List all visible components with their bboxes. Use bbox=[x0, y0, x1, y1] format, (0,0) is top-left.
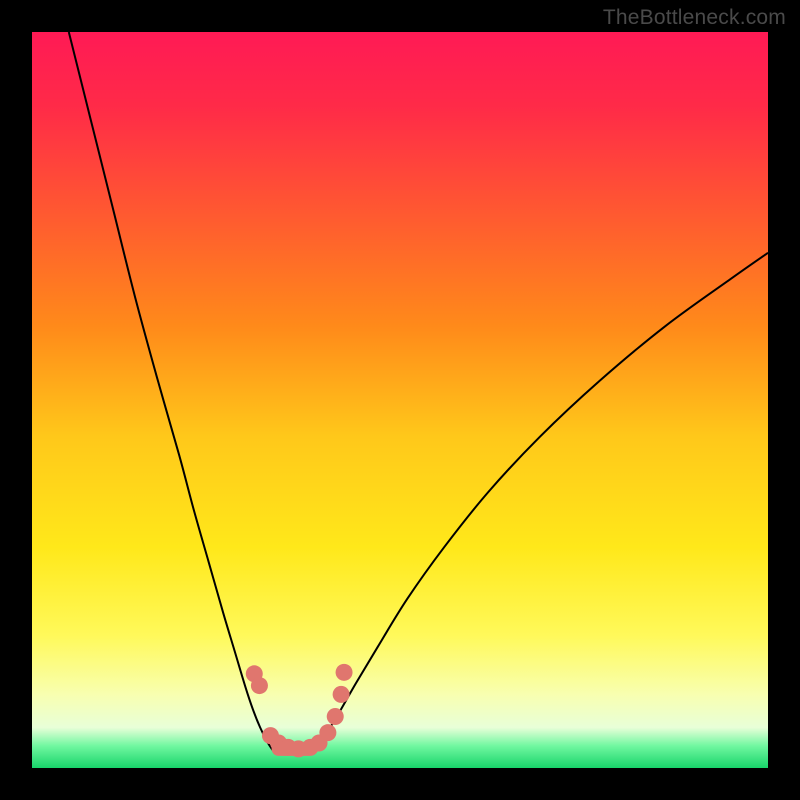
watermark-text: TheBottleneck.com bbox=[603, 6, 786, 30]
chart-frame: TheBottleneck.com bbox=[0, 0, 800, 800]
plot-area bbox=[32, 32, 768, 768]
bottleneck-chart bbox=[32, 32, 768, 768]
